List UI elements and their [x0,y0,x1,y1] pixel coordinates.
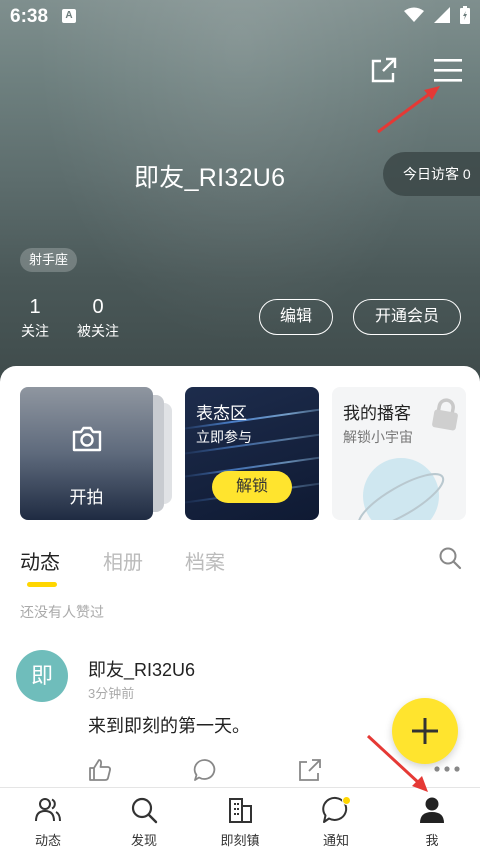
people-icon [35,798,61,822]
share-icon[interactable] [298,758,322,782]
following-count: 1 [29,296,41,318]
followers-label: 被关注 [77,323,119,339]
podcast-card[interactable]: 我的播客 解锁小宇宙 [332,387,466,520]
nav-label: 发现 [130,833,157,848]
open-membership-button[interactable]: 开通会员 [353,299,461,335]
nav-label: 我 [425,833,439,848]
nav-label: 动态 [34,833,61,848]
unlock-button[interactable]: 解锁 [212,471,292,503]
zodiac-tag[interactable]: 射手座 [20,248,78,272]
nav-item-me[interactable]: 我 [384,788,480,853]
create-post-button[interactable] [392,698,458,764]
shoot-card[interactable]: 开拍 [20,387,153,520]
lock-icon [432,398,458,431]
edit-profile-button[interactable]: 编辑 [259,299,333,335]
status-bar: 6:38 A [0,0,480,34]
nav-item-feed[interactable]: 动态 [0,788,96,853]
person-icon [420,797,444,823]
followers-count: 0 [92,296,104,318]
search-icon[interactable] [438,546,462,570]
shoot-card-label: 开拍 [69,488,104,507]
following-label: 关注 [21,323,49,339]
planet-illustration [357,458,445,520]
post-time: 3分钟前 [88,686,135,701]
visitor-count-button[interactable]: 今日访客 0 [383,152,480,196]
podcast-title: 我的播客 [343,404,411,423]
wifi-icon [404,7,424,22]
notification-icon: A [62,9,76,23]
unread-dot [342,796,351,805]
more-options-icon[interactable] [434,766,460,772]
plus-icon [412,718,438,744]
tab-profile-info[interactable]: 档案 [185,546,225,575]
emoji-zone-card[interactable]: 表态区 立即参与 解锁 [185,387,319,520]
nav-item-discover[interactable]: 发现 [96,788,192,853]
nav-item-notifications[interactable]: 通知 [288,788,384,853]
podcast-subtitle: 解锁小宇宙 [343,429,413,445]
following-stat[interactable]: 1 关注 [20,296,50,341]
camera-icon [72,426,102,452]
like-icon[interactable] [88,758,112,782]
buildings-icon [229,798,252,823]
profile-header-background [0,0,480,400]
no-likes-text: 还没有人赞过 [20,604,104,620]
profile-tabs: 动态 相册 档案 [0,542,480,587]
tab-posts[interactable]: 动态 [20,546,60,575]
post-author[interactable]: 即友_RI32U6 [88,656,195,682]
nav-label: 即刻镇 [220,833,260,848]
bottom-navigation: 动态 发现 即刻镇 通知 我 [0,787,480,853]
avatar[interactable]: 即 [16,650,68,702]
emoji-zone-title: 表态区 [196,404,247,423]
status-time: 6:38 [10,6,49,27]
share-icon[interactable] [370,56,398,84]
tab-album[interactable]: 相册 [103,546,143,575]
post-content[interactable]: 来到即刻的第一天。 [88,712,250,738]
search-icon [131,797,158,824]
comment-icon[interactable] [193,758,217,782]
nav-item-town[interactable]: 即刻镇 [192,788,288,853]
battery-icon [460,6,470,24]
nav-label: 通知 [322,833,349,848]
signal-icon [434,7,450,23]
status-icons [404,6,470,24]
menu-icon[interactable] [433,56,463,84]
active-tab-indicator [27,582,57,587]
emoji-zone-subtitle: 立即参与 [196,429,252,445]
followers-stat[interactable]: 0 被关注 [75,296,121,341]
profile-content-sheet: 开拍 表态区 立即参与 解锁 我的播客 解锁小宇宙 动态 相册 档案 还没有人赞… [0,366,480,853]
profile-username: 即友_RI32U6 [134,164,286,192]
